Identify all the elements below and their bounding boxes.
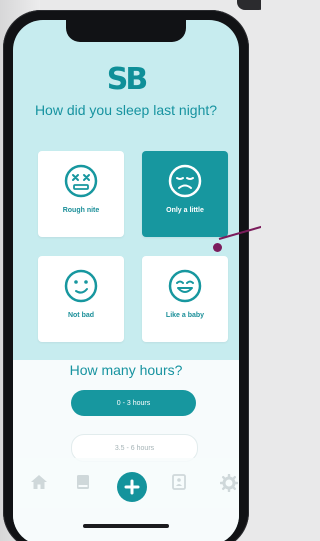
hours-title: How many hours? <box>69 362 183 378</box>
phone-notch <box>66 20 186 42</box>
home-icon[interactable] <box>30 474 48 490</box>
sleep-question: How did you sleep last night? <box>34 102 218 118</box>
stage: SB How did you sleep last night? Rough n… <box>0 0 261 541</box>
settings-icon[interactable] <box>220 474 238 492</box>
happy-face-icon <box>168 269 202 303</box>
smirk-face-icon <box>64 269 98 303</box>
option-label: Not bad <box>67 312 95 319</box>
background-object <box>237 0 261 10</box>
hours-option-0-3[interactable]: 0 - 3 hours <box>71 390 196 416</box>
contact-card-icon[interactable] <box>172 474 186 490</box>
add-icon <box>124 479 140 495</box>
option-label: Like a baby <box>165 312 205 319</box>
home-indicator <box>83 524 169 528</box>
option-label: Only a little <box>166 207 204 214</box>
option-rough-nite[interactable]: Rough nite <box>38 151 124 237</box>
sad-face-icon <box>168 164 202 198</box>
option-not-bad[interactable]: Not bad <box>38 256 124 342</box>
dizzy-face-icon <box>64 164 98 198</box>
option-like-a-baby[interactable]: Like a baby <box>142 256 228 342</box>
add-entry-button[interactable] <box>117 472 147 502</box>
callout-dot <box>213 243 222 252</box>
app-logo: SB <box>106 62 149 97</box>
book-icon[interactable] <box>76 474 90 490</box>
option-only-a-little[interactable]: Only a little <box>142 151 228 237</box>
option-label: Rough nite <box>62 207 100 214</box>
